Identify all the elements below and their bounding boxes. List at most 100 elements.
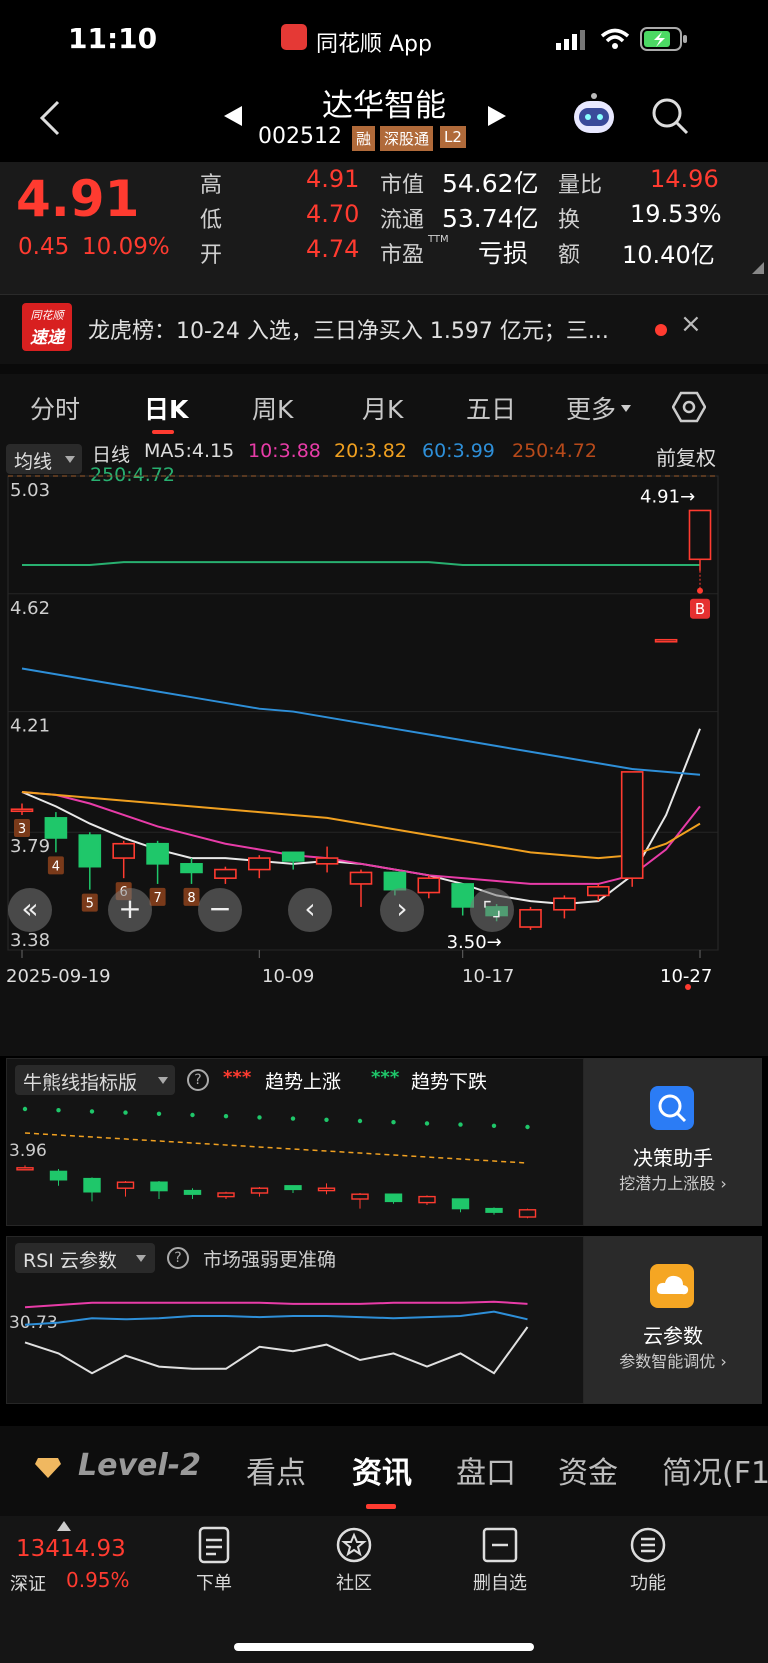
x-label-start: 2025-09-19 xyxy=(6,966,111,987)
scroll-left-button[interactable]: ‹ xyxy=(288,888,332,932)
community-icon xyxy=(336,1527,372,1563)
amount-value: 10.40亿 xyxy=(622,241,715,269)
tab-fenshi[interactable]: 分时 xyxy=(30,390,80,426)
mini-candle-body xyxy=(183,1189,202,1195)
home-indicator xyxy=(234,1643,534,1651)
menu-icon xyxy=(630,1527,666,1563)
candle-body xyxy=(112,842,136,859)
next-stock-icon[interactable] xyxy=(486,104,508,128)
open-label: 开 xyxy=(200,243,223,268)
search-icon[interactable] xyxy=(650,96,690,136)
tab-five-day[interactable]: 五日 xyxy=(466,390,516,426)
tab-more[interactable]: 更多 xyxy=(566,390,616,426)
badge-sz-connect: 深股通 xyxy=(380,126,434,151)
tab-daily-k[interactable]: 日K xyxy=(144,390,188,426)
expand-corner-icon[interactable] xyxy=(752,262,764,274)
y-tick-label: 4.62 xyxy=(10,598,50,619)
zoom-out-button[interactable]: − xyxy=(198,888,242,932)
legend-up: 趋势上涨 xyxy=(265,1071,342,1093)
remove-watchlist-label: 删自选 xyxy=(473,1573,527,1594)
trend-down-dot xyxy=(223,1114,229,1119)
index-value[interactable]: 13414.93 xyxy=(16,1536,126,1562)
community-button[interactable]: 社区 xyxy=(294,1526,414,1595)
decision-assistant-title: 决策助手 xyxy=(633,1146,713,1170)
trend-down-dot xyxy=(257,1115,262,1120)
info-tabs: Level-2 看点 资讯 盘口 资金 简况(F10 xyxy=(0,1426,768,1516)
news-text[interactable]: 龙虎榜：10-24 入选，三日净买入 1.597 亿元；三... xyxy=(88,313,609,345)
low-marker: 3.50→ xyxy=(447,932,502,953)
buy-label: B xyxy=(695,600,705,618)
order-button[interactable]: 下单 xyxy=(154,1526,274,1595)
buy-dot xyxy=(697,587,703,594)
candle-body xyxy=(417,877,441,894)
mini-candle-body xyxy=(83,1177,101,1193)
sequence-number: 8 xyxy=(187,891,195,906)
candle-body xyxy=(10,808,34,813)
candle-body xyxy=(44,817,68,839)
functions-button[interactable]: 功能 xyxy=(588,1526,708,1595)
decision-assistant-card[interactable]: 决策助手 挖潜力上涨股 › xyxy=(584,1058,762,1226)
community-label: 社区 xyxy=(336,1573,372,1594)
tab-f10[interactable]: 简况(F10 xyxy=(662,1448,768,1492)
trend-down-dot xyxy=(89,1109,95,1114)
ma-line-60 xyxy=(21,667,701,776)
tab-monthly-k[interactable]: 月K xyxy=(362,390,403,426)
stock-nav-bar: 达华智能 002512 融 深股通 L2 xyxy=(0,80,768,162)
tab-level2[interactable]: Level-2 xyxy=(78,1448,201,1483)
candle-body xyxy=(180,863,203,874)
prev-stock-icon[interactable] xyxy=(222,104,244,128)
close-icon[interactable]: × xyxy=(680,309,702,339)
news-ticker[interactable]: 同花顺 速递 龙虎榜：10-24 入选，三日净买入 1.597 亿元；三... … xyxy=(0,294,768,364)
order-label: 下单 xyxy=(196,1573,232,1594)
volratio-value: 14.96 xyxy=(650,165,719,193)
remove-watchlist-button[interactable]: 删自选 xyxy=(440,1526,560,1595)
bull-bear-indicator-panel[interactable]: 牛熊线指标版 ? *** 趋势上涨 *** 趋势下跌 3.96 xyxy=(6,1058,584,1226)
open-value: 4.74 xyxy=(306,235,360,263)
low-value: 4.70 xyxy=(306,200,360,228)
price-change-pct: 10.09% xyxy=(82,234,170,260)
settings-hex-icon[interactable] xyxy=(672,390,706,424)
sequence-number: 5 xyxy=(86,897,94,912)
tab-kandian[interactable]: 看点 xyxy=(246,1448,306,1492)
high-label: 高 xyxy=(200,173,223,198)
decision-assistant-icon xyxy=(650,1086,694,1130)
robot-assistant-icon[interactable] xyxy=(568,92,620,138)
mini-candle-body xyxy=(384,1193,403,1203)
back-icon[interactable] xyxy=(36,98,62,138)
mini-candle-body xyxy=(351,1193,369,1200)
zoom-in-button[interactable]: + xyxy=(108,888,152,932)
divider xyxy=(0,364,768,374)
candle-body xyxy=(78,834,102,868)
mini-candle-body xyxy=(16,1167,34,1171)
y-tick-label: 3.79 xyxy=(10,836,50,857)
x-label-mid1: 10-09 xyxy=(262,966,315,987)
help-icon[interactable]: ? xyxy=(167,1247,189,1269)
rsi-line-1 xyxy=(24,1310,528,1326)
float-value: 53.74亿 xyxy=(442,204,539,233)
mktcap-label: 市值 xyxy=(380,173,425,198)
scroll-right-button[interactable]: › xyxy=(380,888,424,932)
tab-pankou[interactable]: 盘口 xyxy=(456,1448,516,1492)
indicator2-selector[interactable]: RSI 云参数 xyxy=(15,1243,155,1273)
mini-candle-body xyxy=(284,1185,302,1191)
candle-body xyxy=(315,857,339,865)
candle-body xyxy=(214,868,237,879)
rsi-indicator-panel[interactable]: RSI 云参数 ? 市场强弱更准确 30.73 xyxy=(6,1236,584,1404)
help-icon[interactable]: ? xyxy=(187,1069,209,1091)
news-logo-icon: 同花顺 速递 xyxy=(22,303,72,351)
pe-value: 亏损 xyxy=(478,239,529,268)
mini-candle-body xyxy=(250,1187,269,1194)
high-marker: 4.91→ xyxy=(640,486,695,507)
turnover-value: 19.53% xyxy=(630,200,722,228)
pe-ttm-sup: TTM xyxy=(428,234,449,245)
tab-weekly-k[interactable]: 周K xyxy=(252,390,293,426)
zoom-out-all-button[interactable]: « xyxy=(8,888,52,932)
status-time: 11:10 xyxy=(68,22,158,55)
cloud-params-card[interactable]: 云参数 参数智能调优 › xyxy=(584,1236,762,1404)
indicator1-selector[interactable]: 牛熊线指标版 xyxy=(15,1065,175,1095)
fullscreen-button[interactable]: ⌜⌟ xyxy=(470,888,514,932)
last-price: 4.91 xyxy=(16,170,140,228)
tab-news[interactable]: 资讯 xyxy=(352,1448,412,1492)
tab-funds[interactable]: 资金 xyxy=(558,1448,618,1492)
badge-margin: 融 xyxy=(352,126,376,151)
